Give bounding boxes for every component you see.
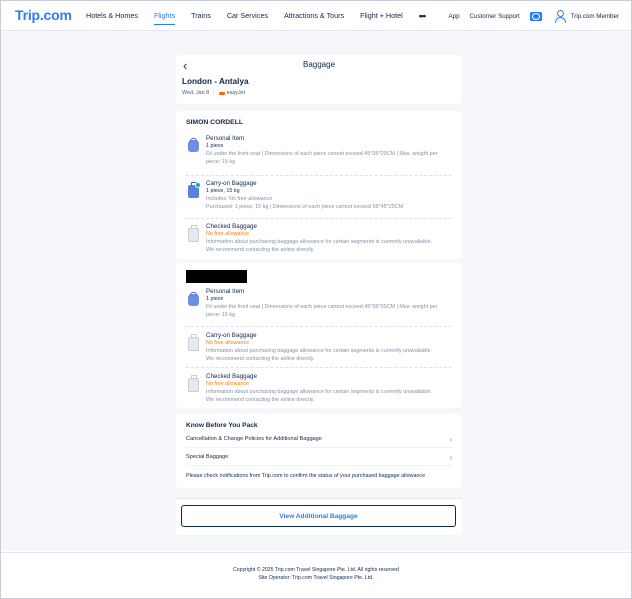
baggage-title: Personal Item [206,288,245,295]
section-title: Know Before You Pack [186,422,258,429]
baggage-description: Fit under the front seat | Dimensions of… [206,303,438,318]
member-button[interactable]: Trip.com Member [554,9,619,23]
baggage-title: Carry-on Baggage [206,180,257,187]
notification-note: Please check notifications from Trip.com… [186,473,426,479]
nav-trains[interactable]: Trains [191,1,211,31]
baggage-title: Carry-on Baggage [206,332,257,339]
checked-baggage-icon [188,225,200,243]
app-link[interactable]: App [449,13,460,20]
redacted-passenger-name [186,270,247,283]
baggage-includes: Includes: No free allowance [206,195,273,202]
baggage-allowance: 1 piece, 15 kg [206,187,240,194]
baggage-item-checked: Checked Baggage No free allowance Inform… [186,218,452,256]
passenger-baggage-card: SIMON CORDELL Personal Item 1 piece Fit … [176,111,462,259]
more-dots-icon[interactable]: ••• [419,1,427,31]
baggage-info: Carry-on Baggage No free allowance Infor… [206,332,452,364]
baggage-item-carry-on: Carry-on Baggage 1 piece, 15 kg Includes… [186,175,452,215]
user-icon [554,9,567,23]
baggage-description: Fit under the front seat | Dimensions of… [206,150,438,165]
baggage-info: Carry-on Baggage 1 piece, 15 kg Includes… [206,180,452,212]
baggage-description: Information about purchasing baggage all… [206,388,432,395]
baggage-item-personal: Personal Item 1 piece Fit under the fron… [186,135,452,175]
checkmark-badge-icon [195,182,201,188]
personal-item-icon [188,138,200,155]
bottom-action-bar: View Additional Baggage [176,498,462,535]
flight-date: Wed, Jan 8 [182,90,210,96]
baggage-title: Personal Item [206,135,245,142]
trip-logo[interactable]: Trip.com [15,7,72,23]
nav-flights[interactable]: Flights [153,1,176,31]
nav-hotels-homes[interactable]: Hotels & Homes [86,1,138,31]
nav-flight-hotel[interactable]: Flight + Hotel [360,1,403,31]
flight-summary-card: ‹ Baggage London - Antalya Wed, Jan 8 | … [176,55,462,104]
page-title: Baggage [302,60,336,69]
member-label: Trip.com Member [570,12,619,20]
site-operator-text: Site Operator: Trip.com Travel Singapore… [258,575,374,581]
carry-on-icon [188,182,201,200]
baggage-allowance: No free allowance [206,230,250,237]
copyright-text: Copyright © 2025 Trip.com Travel Singapo… [233,567,399,573]
page-footer: Copyright © 2025 Trip.com Travel Singapo… [1,552,631,598]
baggage-description: We recommend contacting the airline dire… [206,396,315,403]
carry-on-icon [188,334,200,352]
baggage-allowance: No free allowance [206,380,250,387]
baggage-description: We recommend contacting the airline dire… [206,246,315,253]
checked-baggage-icon [188,375,200,393]
baggage-description: Information about purchasing baggage all… [206,238,432,245]
baggage-description: We recommend contacting the airline dire… [206,355,315,362]
baggage-item-checked: Checked Baggage No free allowance Inform… [186,367,452,405]
baggage-description: Information about purchasing baggage all… [206,347,432,354]
baggage-info: Checked Baggage No free allowance Inform… [206,223,452,255]
passenger-name: SIMON CORDELL [186,119,244,126]
header-utilities: App Customer Support Trip.com Member [439,1,619,31]
baggage-purchased: Purchased: 1 piece, 15 kg | Dimensions o… [206,203,404,210]
language-globe-icon[interactable] [529,11,542,21]
nav-attractions-tours[interactable]: Attractions & Tours [284,1,344,31]
main-nav: Hotels & Homes Flights Trains Car Servic… [86,1,441,31]
baggage-title: Checked Baggage [206,373,257,380]
chevron-right-icon: › [449,452,452,462]
top-navigation-bar: Trip.com Hotels & Homes Flights Trains C… [1,1,631,31]
know-before-you-pack-card: Know Before You Pack Cancellation & Chan… [176,414,462,488]
baggage-item-carry-on: Carry-on Baggage No free allowance Infor… [186,326,452,366]
baggage-item-personal: Personal Item 1 piece Fit under the fron… [186,288,452,326]
baggage-allowance: 1 piece [206,295,224,302]
route-title: London - Antalya [182,77,249,86]
view-additional-baggage-button[interactable]: View Additional Baggage [181,505,456,527]
link-special-baggage[interactable]: Special Baggage › [186,449,452,466]
flight-meta: Wed, Jan 8 | easyJet [182,90,245,96]
baggage-allowance: 1 piece [206,142,224,149]
link-label: Cancellation & Change Policies for Addit… [186,436,322,442]
nav-car-services[interactable]: Car Services [227,1,268,31]
baggage-info: Checked Baggage No free allowance Inform… [206,373,452,405]
easyjet-logo-icon [218,91,225,95]
customer-support-link[interactable]: Customer Support [470,13,520,20]
chevron-right-icon: › [449,434,452,444]
baggage-info: Personal Item 1 piece Fit under the fron… [206,288,452,320]
passenger-baggage-card: Personal Item 1 piece Fit under the fron… [176,263,462,408]
personal-item-icon [188,292,200,309]
baggage-title: Checked Baggage [206,223,257,230]
airline-name: easyJet [226,90,246,96]
baggage-info: Personal Item 1 piece Fit under the fron… [206,135,452,167]
link-label: Special Baggage [186,454,229,460]
baggage-allowance: No free allowance [206,339,250,346]
meta-separator: | [213,90,215,96]
link-cancellation-change-policies[interactable]: Cancellation & Change Policies for Addit… [186,431,452,448]
